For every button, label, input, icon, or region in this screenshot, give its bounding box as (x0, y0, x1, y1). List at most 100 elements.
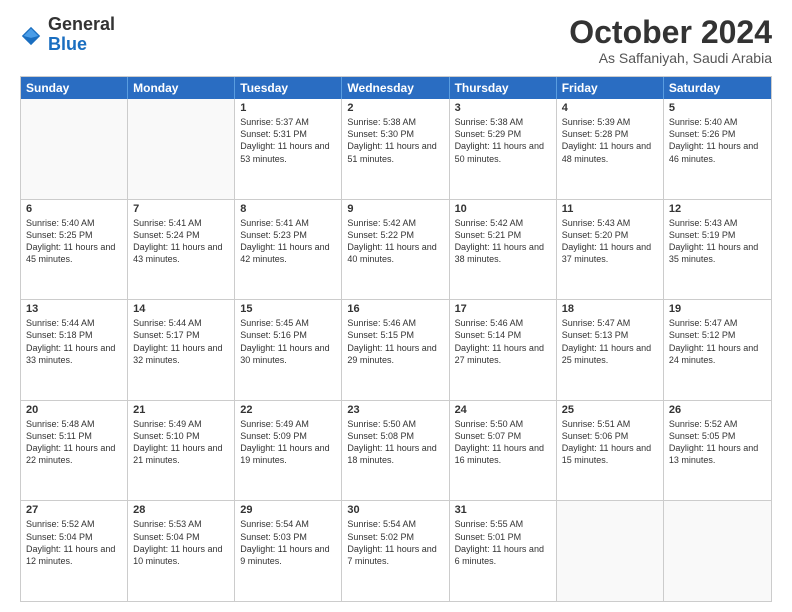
page: General Blue October 2024 As Saffaniyah,… (0, 0, 792, 612)
calendar-cell (128, 99, 235, 199)
calendar-cell: 28 Sunrise: 5:53 AM Sunset: 5:04 PM Dayli… (128, 501, 235, 601)
logo: General Blue (20, 15, 115, 55)
calendar-cell: 6 Sunrise: 5:40 AM Sunset: 5:25 PM Daylig… (21, 200, 128, 300)
calendar-cell: 2Sunrise: 5:38 AM Sunset: 5:30 PM Daylig… (342, 99, 449, 199)
day-info: Sunrise: 5:50 AM Sunset: 5:08 PM Dayligh… (347, 418, 443, 467)
day-info: Sunrise: 5:55 AM Sunset: 5:01 PM Dayligh… (455, 518, 551, 567)
day-info: Sunrise: 5:46 AM Sunset: 5:15 PM Dayligh… (347, 317, 443, 366)
day-number: 22 (240, 404, 336, 416)
day-number: 6 (26, 203, 122, 215)
calendar-cell: 26Sunrise: 5:52 AM Sunset: 5:05 PM Dayli… (664, 401, 771, 501)
calendar-cell: 20 Sunrise: 5:48 AM Sunset: 5:11 PM Dayli… (21, 401, 128, 501)
day-info: Sunrise: 5:39 AM Sunset: 5:28 PM Dayligh… (562, 116, 658, 165)
day-number: 15 (240, 303, 336, 315)
header-cell-friday: Friday (557, 77, 664, 99)
calendar-cell: 22 Sunrise: 5:49 AM Sunset: 5:09 PM Dayli… (235, 401, 342, 501)
calendar-cell: 10 Sunrise: 5:42 AM Sunset: 5:21 PM Dayli… (450, 200, 557, 300)
day-number: 27 (26, 504, 122, 516)
day-info: Sunrise: 5:53 AM Sunset: 5:04 PM Dayligh… (133, 518, 229, 567)
calendar-cell (664, 501, 771, 601)
location-title: As Saffaniyah, Saudi Arabia (569, 50, 772, 66)
day-info: Sunrise: 5:37 AM Sunset: 5:31 PM Dayligh… (240, 116, 336, 165)
day-number: 4 (562, 102, 658, 114)
calendar-cell: 4 Sunrise: 5:39 AM Sunset: 5:28 PM Daylig… (557, 99, 664, 199)
day-info: Sunrise: 5:44 AM Sunset: 5:18 PM Dayligh… (26, 317, 122, 366)
day-info: Sunrise: 5:49 AM Sunset: 5:10 PM Dayligh… (133, 418, 229, 467)
day-number: 2 (347, 102, 443, 114)
calendar-cell: 25Sunrise: 5:51 AM Sunset: 5:06 PM Dayli… (557, 401, 664, 501)
calendar-cell: 7 Sunrise: 5:41 AM Sunset: 5:24 PM Daylig… (128, 200, 235, 300)
calendar-body: 1 Sunrise: 5:37 AM Sunset: 5:31 PM Daylig… (21, 99, 771, 601)
calendar-cell: 21 Sunrise: 5:49 AM Sunset: 5:10 PM Dayli… (128, 401, 235, 501)
calendar-cell: 29 Sunrise: 5:54 AM Sunset: 5:03 PM Dayli… (235, 501, 342, 601)
header-cell-thursday: Thursday (450, 77, 557, 99)
day-number: 29 (240, 504, 336, 516)
calendar-cell: 8 Sunrise: 5:41 AM Sunset: 5:23 PM Daylig… (235, 200, 342, 300)
day-info: Sunrise: 5:46 AM Sunset: 5:14 PM Dayligh… (455, 317, 551, 366)
calendar-row-5: 27 Sunrise: 5:52 AM Sunset: 5:04 PM Dayli… (21, 501, 771, 601)
day-number: 5 (669, 102, 766, 114)
calendar-cell: 3 Sunrise: 5:38 AM Sunset: 5:29 PM Daylig… (450, 99, 557, 199)
day-number: 31 (455, 504, 551, 516)
day-info: Sunrise: 5:40 AM Sunset: 5:26 PM Dayligh… (669, 116, 766, 165)
day-info: Sunrise: 5:50 AM Sunset: 5:07 PM Dayligh… (455, 418, 551, 467)
calendar-cell: 30 Sunrise: 5:54 AM Sunset: 5:02 PM Dayli… (342, 501, 449, 601)
day-info: Sunrise: 5:47 AM Sunset: 5:12 PM Dayligh… (669, 317, 766, 366)
day-number: 21 (133, 404, 229, 416)
logo-blue: Blue (48, 35, 115, 55)
day-info: Sunrise: 5:42 AM Sunset: 5:22 PM Dayligh… (347, 217, 443, 266)
calendar-row-3: 13 Sunrise: 5:44 AM Sunset: 5:18 PM Dayli… (21, 300, 771, 401)
calendar-header: SundayMondayTuesdayWednesdayThursdayFrid… (21, 77, 771, 99)
calendar-cell (21, 99, 128, 199)
day-number: 23 (347, 404, 443, 416)
header: General Blue October 2024 As Saffaniyah,… (20, 15, 772, 66)
day-number: 25 (562, 404, 658, 416)
logo-icon (20, 25, 42, 47)
day-info: Sunrise: 5:49 AM Sunset: 5:09 PM Dayligh… (240, 418, 336, 467)
calendar-cell: 18Sunrise: 5:47 AM Sunset: 5:13 PM Dayli… (557, 300, 664, 400)
day-number: 20 (26, 404, 122, 416)
day-info: Sunrise: 5:45 AM Sunset: 5:16 PM Dayligh… (240, 317, 336, 366)
calendar-cell: 19Sunrise: 5:47 AM Sunset: 5:12 PM Dayli… (664, 300, 771, 400)
day-number: 18 (562, 303, 658, 315)
day-number: 1 (240, 102, 336, 114)
header-cell-sunday: Sunday (21, 77, 128, 99)
day-number: 9 (347, 203, 443, 215)
day-info: Sunrise: 5:41 AM Sunset: 5:23 PM Dayligh… (240, 217, 336, 266)
calendar-cell: 15 Sunrise: 5:45 AM Sunset: 5:16 PM Dayli… (235, 300, 342, 400)
calendar-row-1: 1 Sunrise: 5:37 AM Sunset: 5:31 PM Daylig… (21, 99, 771, 200)
calendar-cell: 23 Sunrise: 5:50 AM Sunset: 5:08 PM Dayli… (342, 401, 449, 501)
calendar-cell: 27 Sunrise: 5:52 AM Sunset: 5:04 PM Dayli… (21, 501, 128, 601)
day-number: 17 (455, 303, 551, 315)
calendar-cell: 31 Sunrise: 5:55 AM Sunset: 5:01 PM Dayli… (450, 501, 557, 601)
day-number: 7 (133, 203, 229, 215)
calendar-cell: 9 Sunrise: 5:42 AM Sunset: 5:22 PM Daylig… (342, 200, 449, 300)
day-number: 30 (347, 504, 443, 516)
day-info: Sunrise: 5:38 AM Sunset: 5:29 PM Dayligh… (455, 116, 551, 165)
day-number: 28 (133, 504, 229, 516)
month-title: October 2024 (569, 15, 772, 50)
day-info: Sunrise: 5:54 AM Sunset: 5:03 PM Dayligh… (240, 518, 336, 567)
calendar: SundayMondayTuesdayWednesdayThursdayFrid… (20, 76, 772, 602)
day-info: Sunrise: 5:54 AM Sunset: 5:02 PM Dayligh… (347, 518, 443, 567)
title-block: October 2024 As Saffaniyah, Saudi Arabia (569, 15, 772, 66)
calendar-cell: 17 Sunrise: 5:46 AM Sunset: 5:14 PM Dayli… (450, 300, 557, 400)
day-info: Sunrise: 5:40 AM Sunset: 5:25 PM Dayligh… (26, 217, 122, 266)
day-number: 24 (455, 404, 551, 416)
day-info: Sunrise: 5:42 AM Sunset: 5:21 PM Dayligh… (455, 217, 551, 266)
day-info: Sunrise: 5:41 AM Sunset: 5:24 PM Dayligh… (133, 217, 229, 266)
calendar-cell: 14Sunrise: 5:44 AM Sunset: 5:17 PM Dayli… (128, 300, 235, 400)
calendar-cell: 24 Sunrise: 5:50 AM Sunset: 5:07 PM Dayli… (450, 401, 557, 501)
day-number: 10 (455, 203, 551, 215)
header-cell-wednesday: Wednesday (342, 77, 449, 99)
day-number: 3 (455, 102, 551, 114)
logo-general: General (48, 15, 115, 35)
calendar-cell: 1 Sunrise: 5:37 AM Sunset: 5:31 PM Daylig… (235, 99, 342, 199)
day-number: 8 (240, 203, 336, 215)
day-info: Sunrise: 5:48 AM Sunset: 5:11 PM Dayligh… (26, 418, 122, 467)
day-number: 14 (133, 303, 229, 315)
day-number: 13 (26, 303, 122, 315)
logo-text: General Blue (48, 15, 115, 55)
day-info: Sunrise: 5:52 AM Sunset: 5:04 PM Dayligh… (26, 518, 122, 567)
header-cell-saturday: Saturday (664, 77, 771, 99)
